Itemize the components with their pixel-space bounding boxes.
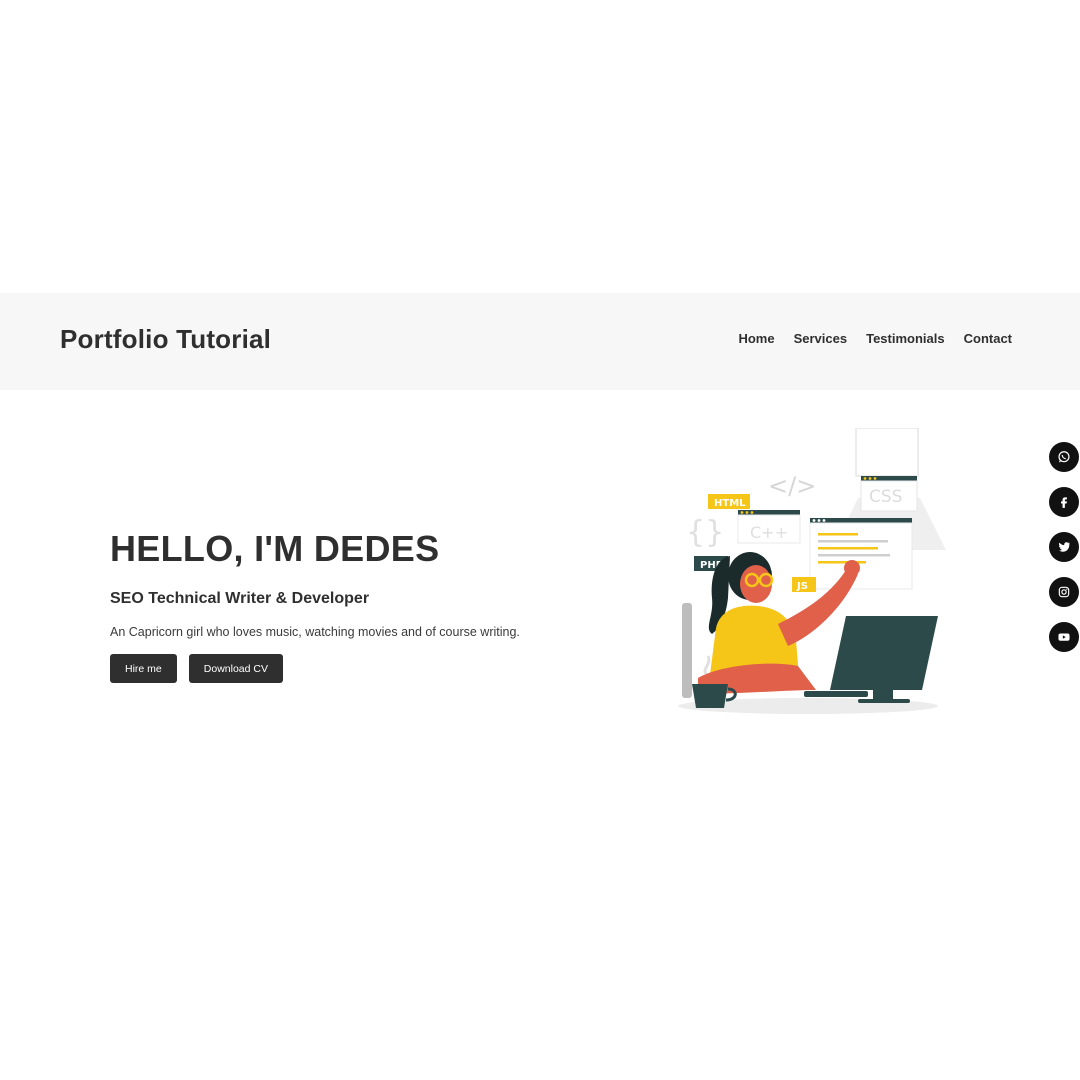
brand-logo[interactable]: Portfolio Tutorial xyxy=(60,324,271,355)
cpp-tag: C++ xyxy=(750,523,788,542)
download-cv-button[interactable]: Download CV xyxy=(188,654,283,683)
developer-illustration: CSS </> {} HTML C++ PHP JS xyxy=(678,428,946,714)
nav-contact[interactable]: Contact xyxy=(964,331,1012,346)
nav-home[interactable]: Home xyxy=(738,331,774,346)
nav-testimonials[interactable]: Testimonials xyxy=(866,331,945,346)
navbar: Portfolio Tutorial Home Services Testimo… xyxy=(0,293,1080,390)
twitter-icon[interactable] xyxy=(1049,532,1079,562)
social-sidebar xyxy=(1049,442,1079,652)
hire-me-button[interactable]: Hire me xyxy=(110,654,177,683)
instagram-icon[interactable] xyxy=(1049,577,1079,607)
css-tag: CSS xyxy=(869,487,902,507)
hero-subtitle: SEO Technical Writer & Developer xyxy=(110,590,370,607)
html-tag: HTML xyxy=(714,498,746,509)
hero-title: HELLO, I'M DEDES xyxy=(110,528,440,569)
braces-tag: {} xyxy=(686,515,724,550)
hero-section: HELLO, I'M DEDES SEO Technical Writer & … xyxy=(110,528,570,683)
js-tag: JS xyxy=(796,581,808,592)
hero-description: An Capricorn girl who loves music, watch… xyxy=(110,625,520,639)
facebook-icon[interactable] xyxy=(1049,487,1079,517)
nav-services[interactable]: Services xyxy=(794,331,848,346)
main-nav: Home Services Testimonials Contact xyxy=(738,331,1012,346)
youtube-icon[interactable] xyxy=(1049,622,1079,652)
whatsapp-icon[interactable] xyxy=(1049,442,1079,472)
code-tag: </> xyxy=(768,472,816,500)
hero-buttons: Hire me Download CV xyxy=(110,654,570,683)
